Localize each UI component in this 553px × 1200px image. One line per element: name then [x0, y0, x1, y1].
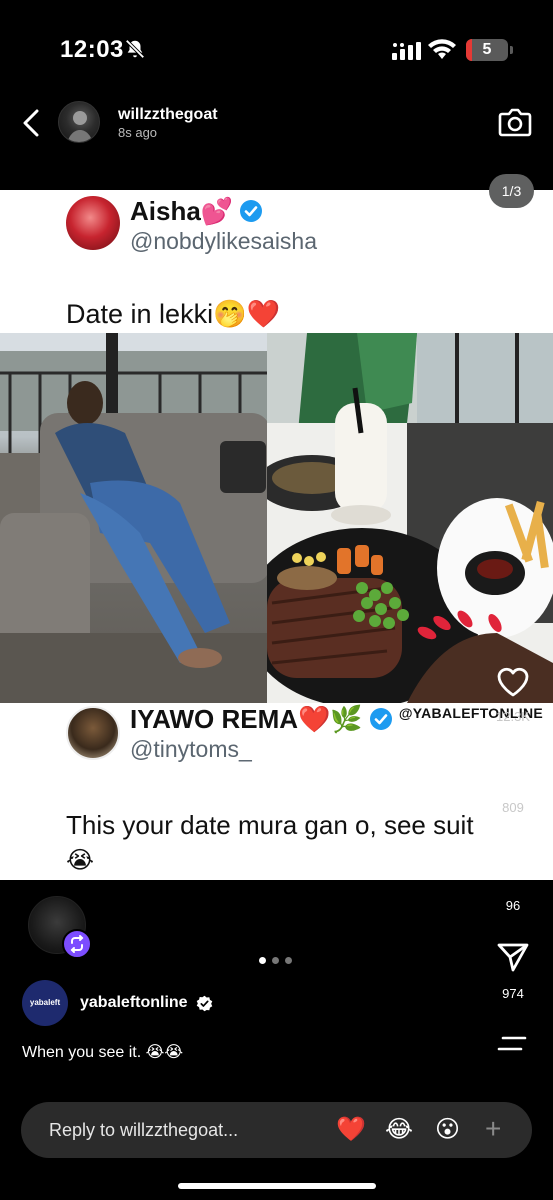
- story-author-name[interactable]: willzzthegoat: [118, 106, 218, 124]
- tweet-photo-dinner-plate: [267, 333, 553, 703]
- menu-icon[interactable]: [497, 1034, 527, 1054]
- tweet-author-handle: @tinytoms_: [130, 736, 252, 762]
- status-time: 12:03: [60, 36, 124, 63]
- battery-indicator: 5: [466, 39, 513, 61]
- tweet-author-name: IYAWO REMA❤️🌿: [130, 704, 393, 735]
- home-indicator[interactable]: [178, 1183, 376, 1189]
- back-chevron-icon[interactable]: [20, 108, 42, 138]
- share-count: 974: [502, 986, 524, 1001]
- add-reaction-button[interactable]: +: [485, 1114, 501, 1144]
- carousel-dot: [285, 957, 292, 964]
- bell-off-icon: [125, 39, 145, 59]
- quick-reaction-laugh[interactable]: 😂: [385, 1116, 413, 1144]
- repost-count: 96: [505, 898, 521, 913]
- reply-bar[interactable]: Reply to willzzthegoat... ❤️ 😂 😮 +: [21, 1102, 532, 1158]
- reply-input[interactable]: Reply to willzzthegoat...: [49, 1120, 238, 1141]
- camera-icon[interactable]: [498, 106, 532, 138]
- reshare-badge: [62, 929, 92, 959]
- post-caption: When you see it. 😭😭: [22, 1044, 184, 1061]
- reshare-arrows-icon: [70, 935, 84, 953]
- story-timestamp: 8s ago: [118, 125, 158, 140]
- account-name[interactable]: yabaleftonline: [80, 994, 188, 1012]
- carousel-dots: [259, 957, 292, 964]
- tweet-text: This your date mura gan o, see suit: [66, 810, 474, 840]
- tweet-avatar: [66, 706, 120, 760]
- verified-badge-icon: [240, 200, 263, 222]
- carousel-dot: [272, 957, 279, 964]
- comment-count: 809: [502, 800, 524, 815]
- like-count: 12.3K: [496, 709, 530, 724]
- heart-icon[interactable]: [495, 664, 531, 700]
- tweet-avatar: [66, 196, 120, 250]
- comment-icon[interactable]: [495, 754, 531, 790]
- tweet-author-handle: @nobdylikesaisha: [130, 228, 318, 254]
- share-send-icon[interactable]: [495, 939, 531, 975]
- tweet-text-emoji: 😭: [66, 847, 95, 874]
- story-card[interactable]: Aisha💕 @nobdylikesaisha Date in lekki🤭❤️: [0, 190, 553, 880]
- quick-reaction-surprised[interactable]: 😮: [435, 1116, 460, 1144]
- tweet-photo-woman-on-sofa: [0, 333, 267, 703]
- quick-reaction-heart[interactable]: ❤️: [336, 1116, 366, 1144]
- wifi-icon: [428, 39, 456, 59]
- tweet-text: Date in lekki🤭❤️: [66, 299, 281, 329]
- verified-badge-icon: [369, 708, 392, 730]
- tweet-author-name: Aisha💕: [130, 196, 263, 227]
- story-author-avatar[interactable]: [58, 101, 100, 143]
- carousel-dot: [259, 957, 266, 964]
- repost-icon[interactable]: [495, 843, 531, 879]
- verified-badge-icon: [196, 995, 213, 1012]
- story-page-counter: 1/3: [489, 174, 534, 208]
- cellular-signal-icon: [392, 42, 421, 60]
- account-logo[interactable]: yabaleft: [22, 980, 68, 1026]
